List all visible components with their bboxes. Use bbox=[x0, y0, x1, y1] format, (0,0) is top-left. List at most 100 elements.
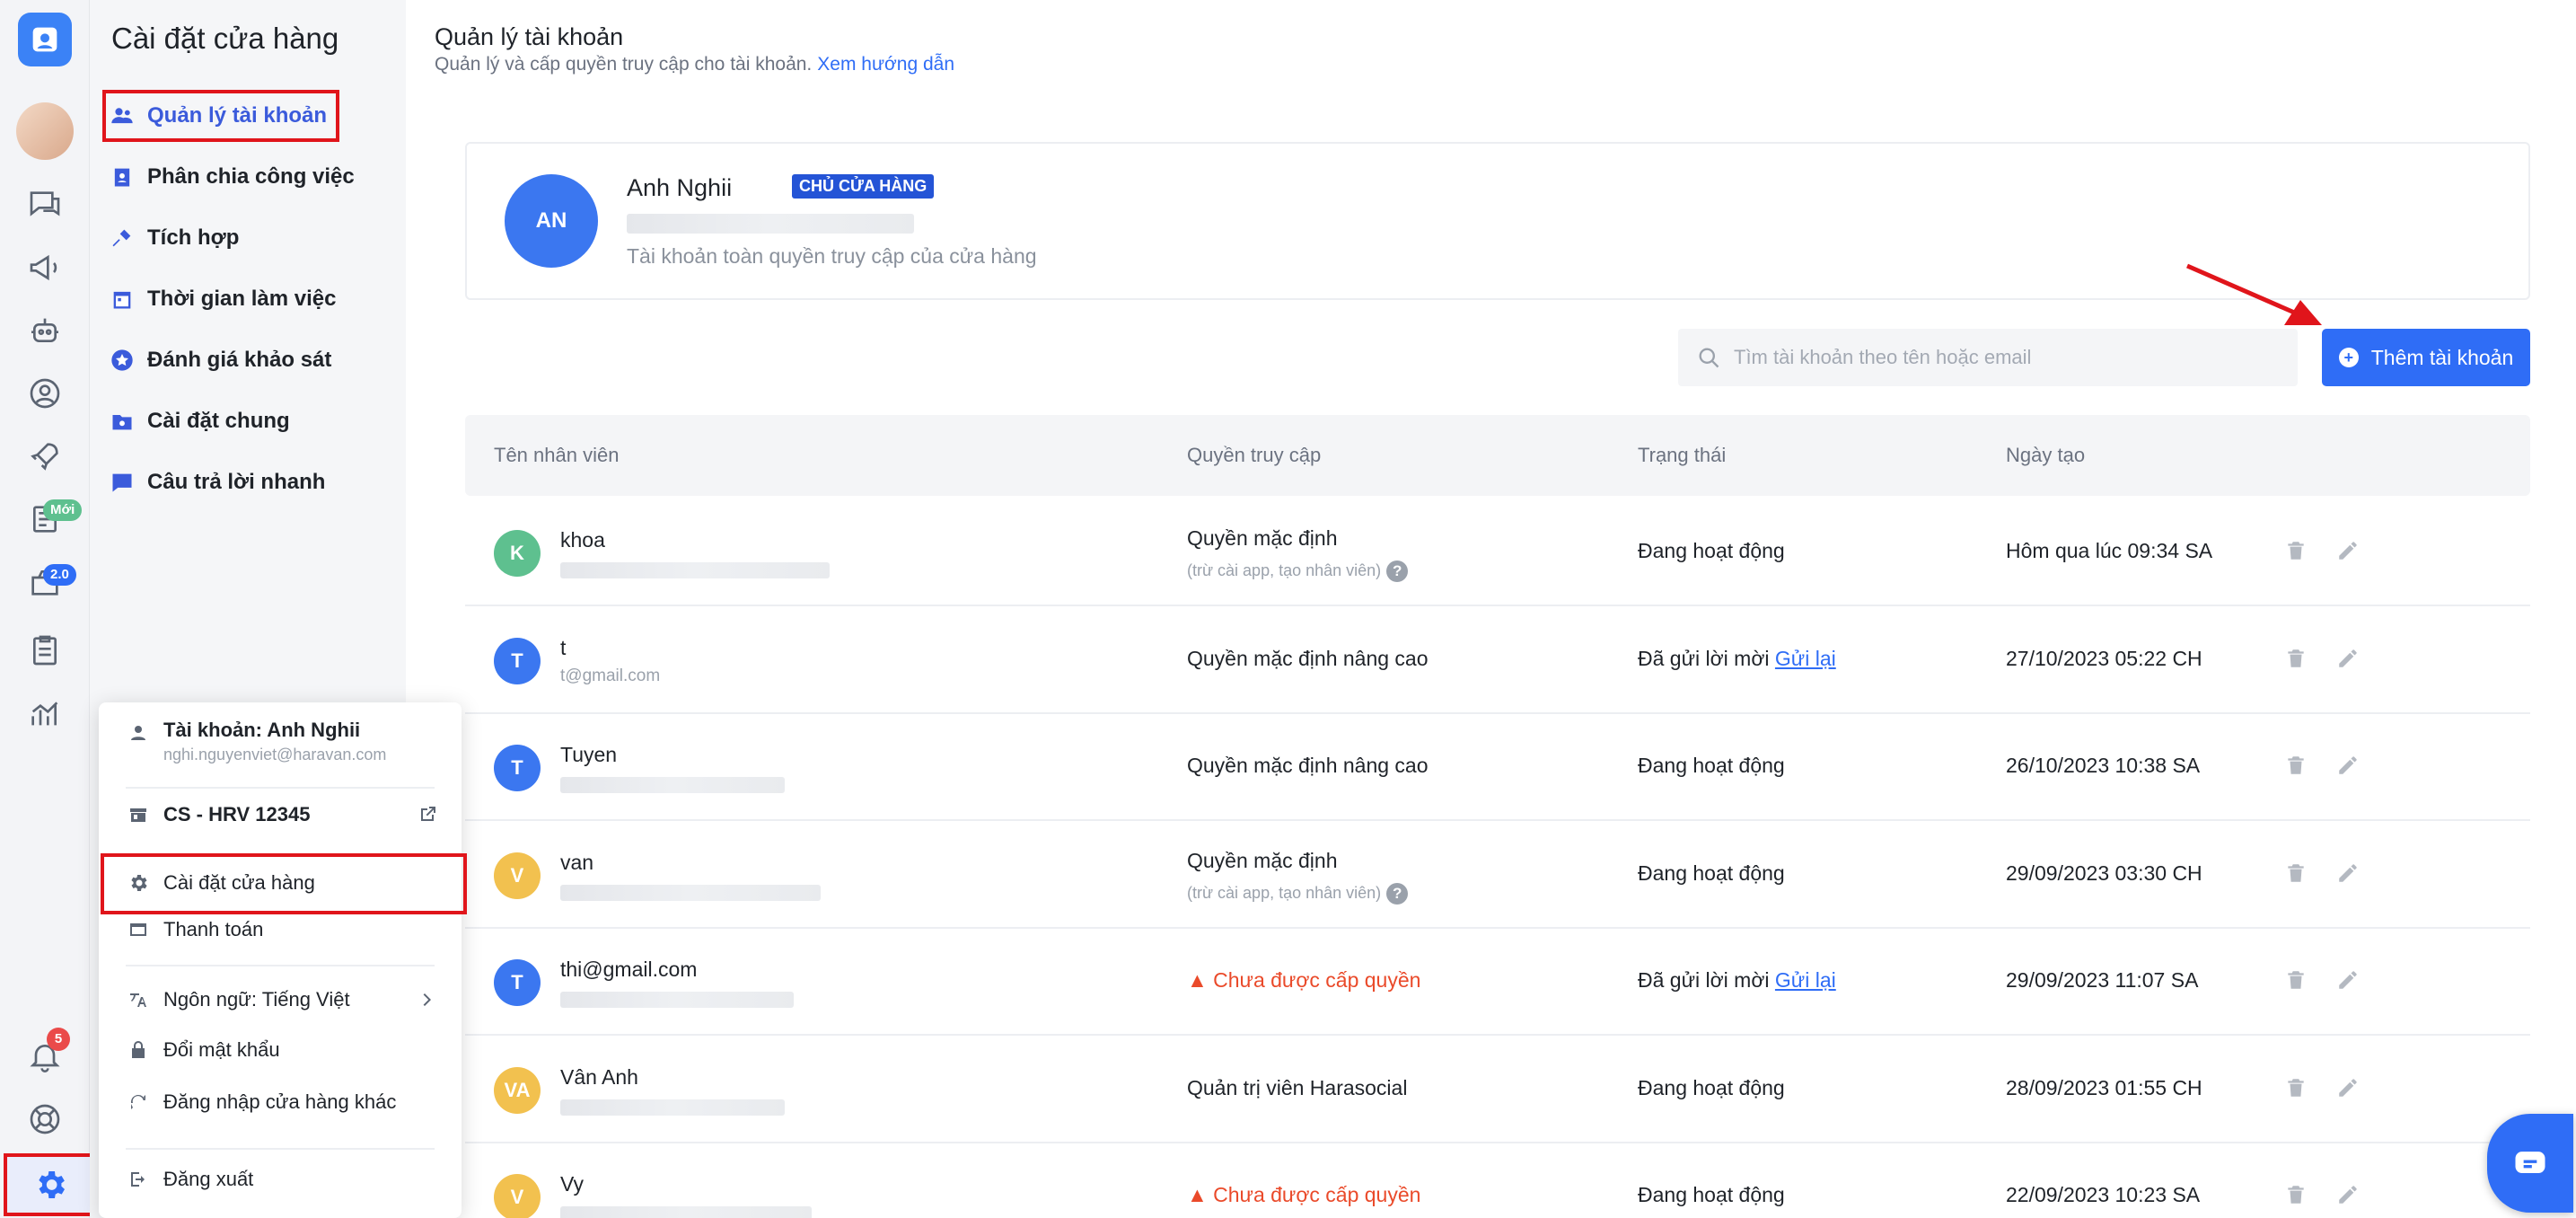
add-account-label: Thêm tài khoản bbox=[2370, 345, 2514, 369]
warning-icon: ▲ bbox=[1187, 968, 1208, 992]
new-badge: Mới bbox=[43, 499, 83, 521]
user-avatar[interactable] bbox=[16, 102, 74, 160]
sidebar-item-account-management[interactable]: Quản lý tài khoản bbox=[110, 95, 327, 137]
delete-icon[interactable] bbox=[2284, 539, 2308, 562]
refresh-icon bbox=[130, 1094, 145, 1109]
edit-icon[interactable] bbox=[2336, 1183, 2360, 1206]
employee-email-redacted bbox=[560, 777, 785, 793]
edit-icon[interactable] bbox=[2336, 1076, 2360, 1099]
menu-divider bbox=[126, 787, 435, 789]
table-row[interactable]: Kkhoa Quyền mặc định (trừ cài app, tạo nhâ… bbox=[465, 499, 2530, 606]
employee-email-redacted bbox=[560, 884, 821, 901]
store-item[interactable]: CS - HRV 12345 bbox=[127, 803, 438, 826]
status-cell: Đang hoạt động bbox=[1638, 1076, 1785, 1100]
help-icon[interactable] bbox=[20, 1094, 70, 1144]
status-text: Đang hoạt động bbox=[1638, 1075, 1785, 1099]
edit-icon[interactable] bbox=[2336, 539, 2360, 562]
logout-icon bbox=[131, 1172, 145, 1187]
resend-invite-link[interactable]: Gửi lại bbox=[1775, 647, 1836, 670]
sidebar-item-work-division[interactable]: Phân chia công việc bbox=[110, 156, 355, 198]
table-row[interactable]: Vvan Quyền mặc định (trừ cài app, tạo nhân… bbox=[465, 822, 2530, 929]
chat-icon bbox=[112, 473, 132, 492]
calendar-icon bbox=[113, 291, 131, 309]
delete-icon[interactable] bbox=[2284, 1076, 2308, 1099]
table-header: Tên nhân viên Quyền truy cập Trạng thái … bbox=[465, 415, 2530, 496]
table-row[interactable]: Tthi@gmail.com ▲ Chưa được cấp quyền Đã gử… bbox=[465, 929, 2530, 1036]
status-text: Đã gửi lời mời bbox=[1638, 646, 1770, 670]
megaphone-icon[interactable] bbox=[20, 243, 70, 293]
menu-item-store-settings[interactable]: Cài đặt cửa hàng bbox=[127, 871, 315, 895]
sidebar-item-label: Quản lý tài khoản bbox=[147, 103, 328, 128]
help-circle-icon[interactable]: ? bbox=[1386, 560, 1409, 582]
created-date: 27/10/2023 05:22 CH bbox=[2006, 646, 2202, 670]
sidebar-item-quick-replies[interactable]: Câu trả lời nhanh bbox=[110, 462, 325, 503]
resend-invite-link[interactable]: Gửi lại bbox=[1775, 968, 1836, 992]
delete-icon[interactable] bbox=[2284, 754, 2308, 777]
rocket-icon[interactable] bbox=[20, 431, 70, 481]
permission-label: Chưa được cấp quyền bbox=[1213, 968, 1421, 992]
menu-item-change-password[interactable]: Đổi mật khẩu bbox=[127, 1038, 280, 1062]
account-email: nghi.nguyenviet@haravan.com bbox=[163, 746, 387, 763]
edit-icon[interactable] bbox=[2336, 968, 2360, 992]
sidebar-item-working-hours[interactable]: Thời gian làm việc bbox=[110, 278, 336, 320]
edit-icon[interactable] bbox=[2336, 754, 2360, 777]
settings-gear-button[interactable] bbox=[4, 1153, 97, 1216]
translate-icon bbox=[130, 993, 146, 1007]
chat-widget-button[interactable] bbox=[2487, 1114, 2573, 1213]
menu-item-billing[interactable]: Thanh toán bbox=[127, 918, 263, 941]
add-account-button[interactable]: + Thêm tài khoản bbox=[2322, 329, 2530, 386]
gear-icon bbox=[39, 1171, 65, 1198]
permission-warning: ▲ Chưa được cấp quyền bbox=[1187, 968, 1420, 993]
status-cell: Đã gửi lời mời Gửi lại bbox=[1638, 647, 1836, 671]
help-circle-icon[interactable]: ? bbox=[1386, 882, 1409, 905]
menu-item-language[interactable]: Ngôn ngữ: Tiếng Việt bbox=[127, 988, 438, 1011]
table-row[interactable]: Tt t@gmail.com Quyền mặc định nâng cao Đã g… bbox=[465, 607, 2530, 714]
status-text: Đang hoạt động bbox=[1638, 754, 1785, 777]
column-header-created: Ngày tạo bbox=[2006, 444, 2086, 466]
app-logo-icon[interactable] bbox=[18, 13, 72, 66]
permission-label: Quyền mặc định bbox=[1187, 848, 1338, 872]
clipboard-icon[interactable] bbox=[20, 625, 70, 675]
employee-name: t bbox=[560, 635, 567, 659]
table-row[interactable]: T Tuyen Quyền mặc định nâng cao Đang hoạt đ… bbox=[465, 714, 2530, 821]
employee-email-redacted bbox=[560, 562, 830, 578]
version-badge: 2.0 bbox=[43, 564, 76, 586]
created-date: Hôm qua lúc 09:34 SA bbox=[2006, 539, 2213, 562]
table-row[interactable]: V Vy ▲ Chưa được cấp quyền Đang hoạt động 22… bbox=[465, 1143, 2530, 1218]
owner-name: Anh Nghii bbox=[627, 174, 733, 201]
sidebar-item-integration[interactable]: Tích hợp bbox=[110, 217, 239, 259]
delete-icon[interactable] bbox=[2284, 647, 2308, 670]
table-row[interactable]: VA Vân Anh Quản trị viên Harasocial Đang ho… bbox=[465, 1037, 2530, 1143]
sidebar-item-label: Đánh giá khảo sát bbox=[147, 348, 332, 372]
menu-item-logout[interactable]: Đăng xuất bbox=[127, 1168, 253, 1191]
employee-name: van bbox=[560, 850, 594, 874]
account-info: Tài khoản: Anh Nghii nghi.nguyenviet@har… bbox=[163, 719, 386, 764]
analytics-icon[interactable] bbox=[20, 688, 70, 738]
contact-icon[interactable] bbox=[20, 368, 70, 419]
conversations-icon[interactable] bbox=[20, 180, 70, 230]
edit-icon[interactable] bbox=[2336, 861, 2360, 885]
plug-icon bbox=[112, 229, 131, 247]
search-input[interactable]: Tìm tài khoản theo tên hoặc email bbox=[1678, 329, 2298, 386]
search-icon bbox=[1699, 348, 1719, 368]
sidebar-item-label: Tích hợp bbox=[147, 225, 240, 250]
sidebar-item-survey-rating[interactable]: Đánh giá khảo sát bbox=[110, 340, 331, 381]
delete-icon[interactable] bbox=[2284, 968, 2308, 992]
permission-note: (trừ cài app, tạo nhân viên)? bbox=[1187, 560, 1409, 582]
employee-name: Vy bbox=[560, 1172, 584, 1196]
permission-label: Chưa được cấp quyền bbox=[1213, 1183, 1421, 1206]
status-cell: Đang hoạt động bbox=[1638, 861, 1785, 886]
delete-icon[interactable] bbox=[2284, 1183, 2308, 1206]
edit-icon[interactable] bbox=[2336, 647, 2360, 670]
icon-rail: Mới 2.0 5 bbox=[0, 0, 97, 1218]
plus-circle-icon: + bbox=[2338, 348, 2359, 367]
sidebar-item-label: Thời gian làm việc bbox=[147, 287, 337, 311]
external-link-icon[interactable] bbox=[417, 804, 438, 825]
permission-warning: ▲ Chưa được cấp quyền bbox=[1187, 1183, 1420, 1207]
robot-icon[interactable] bbox=[20, 305, 70, 356]
guide-link[interactable]: Xem hướng dẫn bbox=[817, 54, 954, 75]
sidebar-item-general-settings[interactable]: Cài đặt chung bbox=[110, 401, 290, 442]
sidebar-title: Cài đặt cửa hàng bbox=[111, 22, 339, 55]
menu-item-switch-store[interactable]: Đăng nhập cửa hàng khác bbox=[127, 1090, 396, 1114]
delete-icon[interactable] bbox=[2284, 861, 2308, 885]
